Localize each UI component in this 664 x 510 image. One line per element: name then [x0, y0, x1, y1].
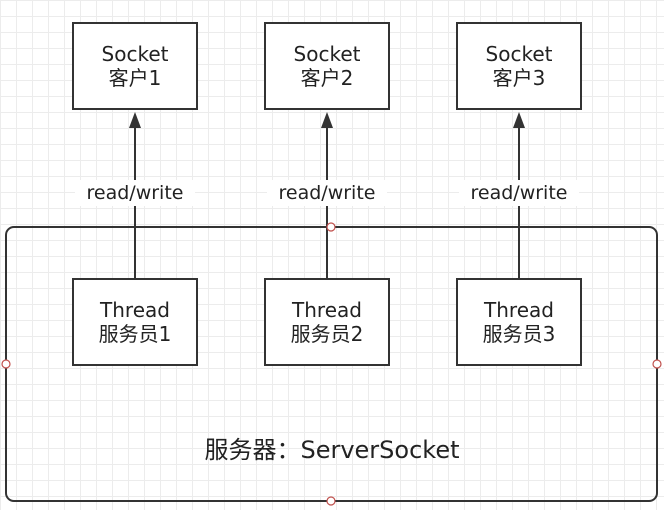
edge-label-2[interactable]: read/write — [267, 180, 387, 206]
handle-right[interactable] — [652, 359, 662, 369]
client-1-title: Socket — [101, 42, 169, 66]
handle-bottom[interactable] — [326, 496, 336, 506]
arrowhead-2 — [321, 112, 333, 128]
client-box-2[interactable]: Socket 客户2 — [264, 22, 390, 110]
edge-label-3[interactable]: read/write — [459, 180, 579, 206]
client-box-1[interactable]: Socket 客户1 — [72, 22, 198, 110]
client-2-title: Socket — [293, 42, 361, 66]
thread-1-title: Thread — [100, 298, 170, 322]
thread-2-subtitle: 服务员2 — [290, 322, 364, 346]
client-3-subtitle: 客户3 — [492, 66, 546, 90]
thread-1-subtitle: 服务员1 — [98, 322, 172, 346]
thread-2-title: Thread — [292, 298, 362, 322]
arrowhead-1 — [129, 112, 141, 128]
thread-box-2[interactable]: Thread 服务员2 — [264, 278, 390, 366]
handle-top[interactable] — [326, 222, 336, 232]
client-2-subtitle: 客户2 — [300, 66, 354, 90]
client-box-3[interactable]: Socket 客户3 — [456, 22, 582, 110]
client-1-subtitle: 客户1 — [108, 66, 162, 90]
thread-3-subtitle: 服务员3 — [482, 322, 556, 346]
server-label[interactable]: 服务器：ServerSocket — [0, 430, 664, 465]
thread-box-1[interactable]: Thread 服务员1 — [72, 278, 198, 366]
thread-3-title: Thread — [484, 298, 554, 322]
edge-label-1[interactable]: read/write — [75, 180, 195, 206]
thread-box-3[interactable]: Thread 服务员3 — [456, 278, 582, 366]
client-3-title: Socket — [485, 42, 553, 66]
handle-left[interactable] — [1, 359, 11, 369]
arrowhead-3 — [513, 112, 525, 128]
